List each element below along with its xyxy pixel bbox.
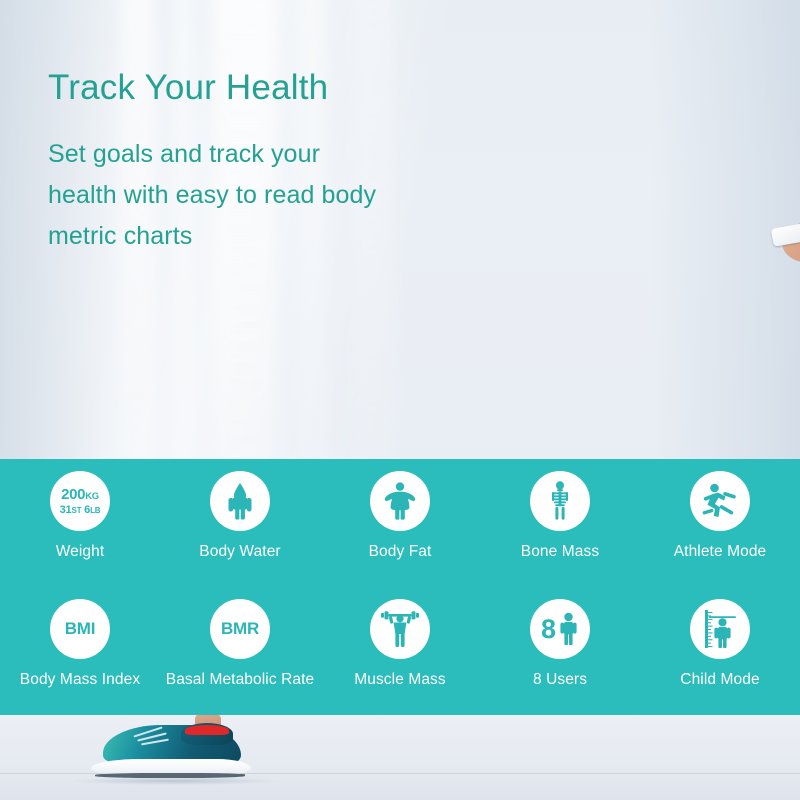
- feature-label: Body Mass Index: [19, 671, 141, 688]
- svg-text:8: 8: [541, 614, 556, 644]
- hero-subtitle: Set goals and track your health with eas…: [48, 140, 377, 250]
- health-tracker-poster: Track Your Health Set goals and track yo…: [0, 0, 800, 800]
- weight-readout: 200KG 31ST 6LB: [60, 487, 101, 516]
- feature-body-water[interactable]: Body Water: [160, 471, 320, 561]
- features-row-2: BMI Body Mass Index BMR Basal Metabolic …: [0, 599, 800, 689]
- features-row-1: 200KG 31ST 6LB Weight Body Water Body Fa…: [0, 471, 800, 561]
- child-height-glyph: [705, 610, 736, 648]
- bmi-text-icon: BMI: [50, 599, 110, 659]
- running-glyph: [702, 483, 736, 517]
- running-person-icon: [690, 471, 750, 531]
- weight-stone-pounds: 31ST 6LB: [59, 503, 101, 516]
- body-fat-person-icon: [370, 471, 430, 531]
- feature-label: Muscle Mass: [354, 671, 446, 688]
- feature-athlete-mode[interactable]: Athlete Mode: [640, 471, 800, 561]
- feature-bone-mass[interactable]: Bone Mass: [480, 471, 640, 561]
- sneaker-laces: [133, 726, 187, 746]
- page-title: Track Your Health: [48, 68, 329, 107]
- features-band: 200KG 31ST 6LB Weight Body Water Body Fa…: [0, 459, 800, 715]
- body-water-glyph: [228, 483, 252, 520]
- feature-weight[interactable]: 200KG 31ST 6LB Weight: [0, 471, 160, 561]
- feature-muscle-mass[interactable]: Muscle Mass: [320, 599, 480, 689]
- skeleton-glyph: [552, 481, 568, 520]
- footer-photo: [0, 715, 800, 800]
- sneaker-red-trim: [185, 725, 229, 735]
- smartphone: [770, 219, 800, 247]
- feature-label: Body Water: [199, 543, 281, 560]
- body-water-droplet-person-icon: [210, 471, 270, 531]
- weight-scale-icon: 200KG 31ST 6LB: [50, 471, 110, 531]
- weightlifter-glyph: [381, 611, 419, 647]
- feature-body-fat[interactable]: Body Fat: [320, 471, 480, 561]
- feature-8-users[interactable]: 8 8 Users: [480, 599, 640, 689]
- stretching-woman-photo: [380, 0, 800, 459]
- bmr-text-icon: BMR: [210, 599, 270, 659]
- weightlifter-icon: [370, 599, 430, 659]
- feature-child-mode[interactable]: Child Mode: [640, 599, 800, 689]
- hero-photo-background: Track Your Health Set goals and track yo…: [0, 0, 800, 459]
- sneaker-outsole: [95, 773, 245, 778]
- feature-label: Bone Mass: [520, 543, 600, 560]
- feature-label: Athlete Mode: [673, 543, 767, 560]
- child-height-ruler-icon: [690, 599, 750, 659]
- bmi-abbreviation: BMI: [64, 619, 96, 638]
- eight-users-icon: 8: [530, 599, 590, 659]
- bmr-abbreviation: BMR: [220, 619, 260, 638]
- hero-text-block: Track Your Health Set goals and track yo…: [48, 68, 378, 257]
- feature-label: Body Fat: [368, 543, 432, 560]
- feature-basal-metabolic-rate[interactable]: BMR Basal Metabolic Rate: [160, 599, 320, 689]
- feature-label: Basal Metabolic Rate: [165, 671, 315, 688]
- feature-label: Child Mode: [680, 671, 760, 688]
- body-fat-glyph: [384, 482, 416, 520]
- feature-body-mass-index[interactable]: BMI Body Mass Index: [0, 599, 160, 689]
- feature-label: Weight: [55, 543, 105, 560]
- weight-kg: 200KG: [61, 485, 99, 503]
- eight-users-glyph: 8: [541, 612, 577, 645]
- skeleton-icon: [530, 471, 590, 531]
- sneaker-image: [85, 715, 265, 785]
- feature-label: 8 Users: [532, 671, 588, 688]
